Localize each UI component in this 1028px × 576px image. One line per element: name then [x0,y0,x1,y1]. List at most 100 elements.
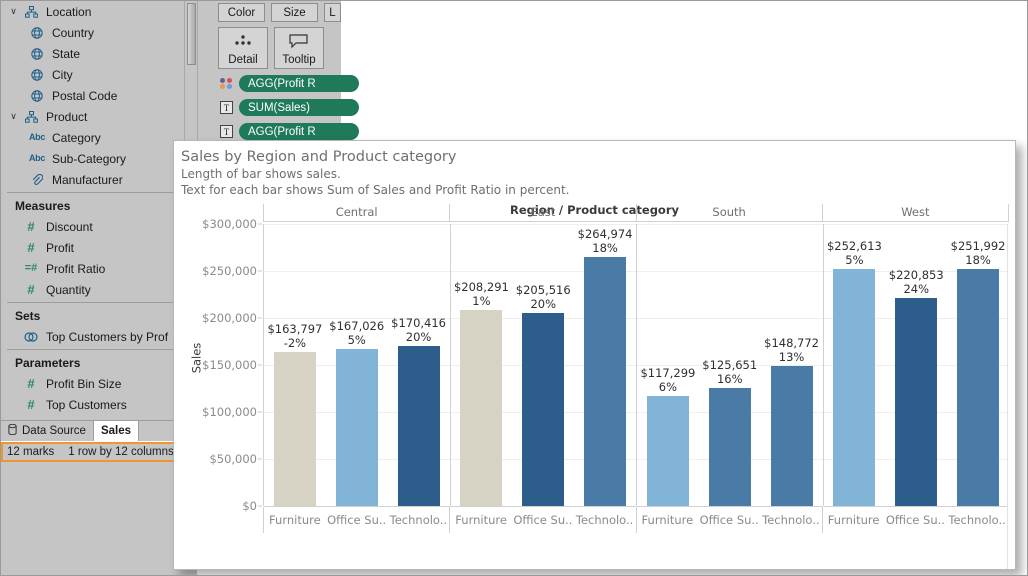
bar-slot: $170,416 20% [388,224,450,506]
x-axis-label[interactable]: Office Su.. [885,507,947,533]
bar-sales-label: $117,299 [640,365,696,380]
globe-icon [26,26,48,39]
x-axis-label[interactable]: Furniture [823,507,885,533]
data-pane-item-category[interactable]: Abc Category [1,127,197,148]
number-icon: # [27,397,35,412]
data-pane-item-quantity[interactable]: # Quantity [1,279,197,300]
data-pane-item-profit[interactable]: # Profit [1,237,197,258]
data-pane-item-label: City [52,67,73,82]
bar-east-technolo[interactable] [584,256,627,506]
data-pane-item-manufacturer[interactable]: Manufacturer [1,169,197,190]
data-pane-item-location[interactable]: ∨ Location [1,1,197,22]
data-pane-section-sets: Sets [1,305,197,326]
x-axis-label[interactable]: Technolo.. [946,507,1008,533]
x-axis-label[interactable]: Technolo.. [574,507,636,533]
size-button[interactable]: Size [271,3,318,22]
data-pane-item-product[interactable]: ∨ Product [1,106,197,127]
data-pane-item-country[interactable]: Country [1,22,197,43]
bar-sales-label: $208,291 [453,280,509,295]
bar-south-furniture[interactable] [646,395,689,506]
data-pane-item-top-customers-by-prof[interactable]: Top Customers by Prof [1,326,197,347]
bar-west-furniture[interactable] [833,268,876,506]
data-pane-item-profit-bin-size[interactable]: # Profit Bin Size [1,373,197,394]
y-tick-label: $300,000 [202,217,257,231]
tab-data-source[interactable]: Data Source [1,421,94,441]
data-pane-item-top-customers[interactable]: # Top Customers [1,394,197,415]
data-pane-item-state[interactable]: State [1,43,197,64]
detail-button[interactable]: Detail [218,27,268,69]
data-pane-item-discount[interactable]: # Discount [1,216,197,237]
bar-slot: $205,516 20% [512,224,574,506]
bar-profit-ratio-label: 5% [845,252,864,267]
x-axis-label[interactable]: Furniture [450,507,512,533]
x-axis-label[interactable]: Technolo.. [388,507,450,533]
data-pane-item-profit-ratio[interactable]: =# Profit Ratio [1,258,197,279]
data-pane-item-label: Postal Code [52,88,118,103]
tab-sales[interactable]: Sales [93,421,139,441]
x-axis-label[interactable]: Office Su.. [698,507,760,533]
scrollbar-thumb[interactable] [187,3,196,65]
marks-button-row-1: Color Size L [198,1,341,22]
tooltip-button[interactable]: Tooltip [274,27,324,69]
bar-south-technolo[interactable] [770,366,813,506]
bar-profit-ratio-label: 1% [472,294,491,309]
bar-slot: $163,797 -2% [264,224,326,506]
tab-label: Sales [100,425,131,437]
bar-value-label: $167,026 5% [329,319,384,347]
region-header-east[interactable]: East [449,204,635,221]
region-header-south[interactable]: South [635,204,822,221]
color-palette-icon [218,76,235,91]
plot-area: $163,797 -2% $167,026 5% $170,416 20% $208,291… [263,224,1009,507]
y-tick-label: $200,000 [202,311,257,325]
number-icon: # [27,376,35,391]
pill-sum-sales-text[interactable]: SUM(Sales) [239,99,359,116]
data-pane-item-postal-code[interactable]: Postal Code [1,85,197,106]
bar-slot: $167,026 5% [326,224,388,506]
bar-south-office-su[interactable] [708,387,751,506]
data-pane: ∨ Location Country State City Postal Code ∨ Pro… [1,1,197,420]
viz-vertical-scrollbar[interactable] [1007,224,1015,569]
data-pane-item-label: Category [52,130,101,145]
x-axis-label[interactable]: Technolo.. [760,507,822,533]
bar-sales-label: $148,772 [764,336,819,351]
chevron-down-icon[interactable]: ∨ [7,7,20,16]
bar-value-label: $208,291 1% [454,280,509,308]
pill-profit-ratio-color[interactable]: AGG(Profit R [239,75,359,92]
bar-west-office-su[interactable] [895,298,938,506]
x-axis-label[interactable]: Office Su.. [512,507,574,533]
number-icon: # [27,282,35,297]
bar-sales-label: $205,516 [515,282,571,297]
x-axis-label[interactable]: Furniture [264,507,326,533]
chevron-down-icon[interactable]: ∨ [7,112,20,121]
x-axis-label[interactable]: Office Su.. [326,507,388,533]
region-header-west[interactable]: West [821,204,1009,221]
bar-west-technolo[interactable] [957,269,1000,506]
data-pane-item-sub-category[interactable]: Abc Sub-Category [1,148,197,169]
bar-profit-ratio-label: 18% [592,240,618,255]
pill-profit-ratio-text[interactable]: AGG(Profit R [239,123,359,140]
data-pane-item-label: Profit [46,240,75,255]
color-button[interactable]: Color [218,3,265,22]
data-pane-item-city[interactable]: City [1,64,197,85]
y-tick-mark [258,458,262,460]
data-pane-item-label: Top Customers by Prof [46,329,169,344]
bar-profit-ratio-label: 18% [965,253,991,268]
label-button[interactable]: L [324,3,341,22]
bar-slot: $117,299 6% [637,224,699,506]
x-axis-label[interactable]: Furniture [637,507,699,533]
bar-profit-ratio-label: 16% [716,371,743,386]
tableau-window: ∨ Location Country State City Postal Code ∨ Pro… [0,0,1028,576]
bar-slot: $220,853 24% [885,224,947,506]
chart-area: Sales $0 $50,000 $100,000 $150,000 $200,000 $… [174,204,1015,569]
bar-profit-ratio-label: 20% [405,329,432,344]
bar-central-technolo[interactable] [397,345,440,506]
bar-central-furniture[interactable] [273,352,316,506]
region-column-east: $208,291 1% $205,516 20% $264,974 18% [450,224,637,507]
region-header-central[interactable]: Central [263,204,449,221]
region-header-row: Central East South West [263,204,1009,222]
bar-central-office-su[interactable] [335,349,378,506]
bar-east-furniture[interactable] [460,310,503,506]
label-button-label: L [329,6,336,19]
y-tick-mark [258,364,262,366]
bar-east-office-su[interactable] [522,312,565,506]
